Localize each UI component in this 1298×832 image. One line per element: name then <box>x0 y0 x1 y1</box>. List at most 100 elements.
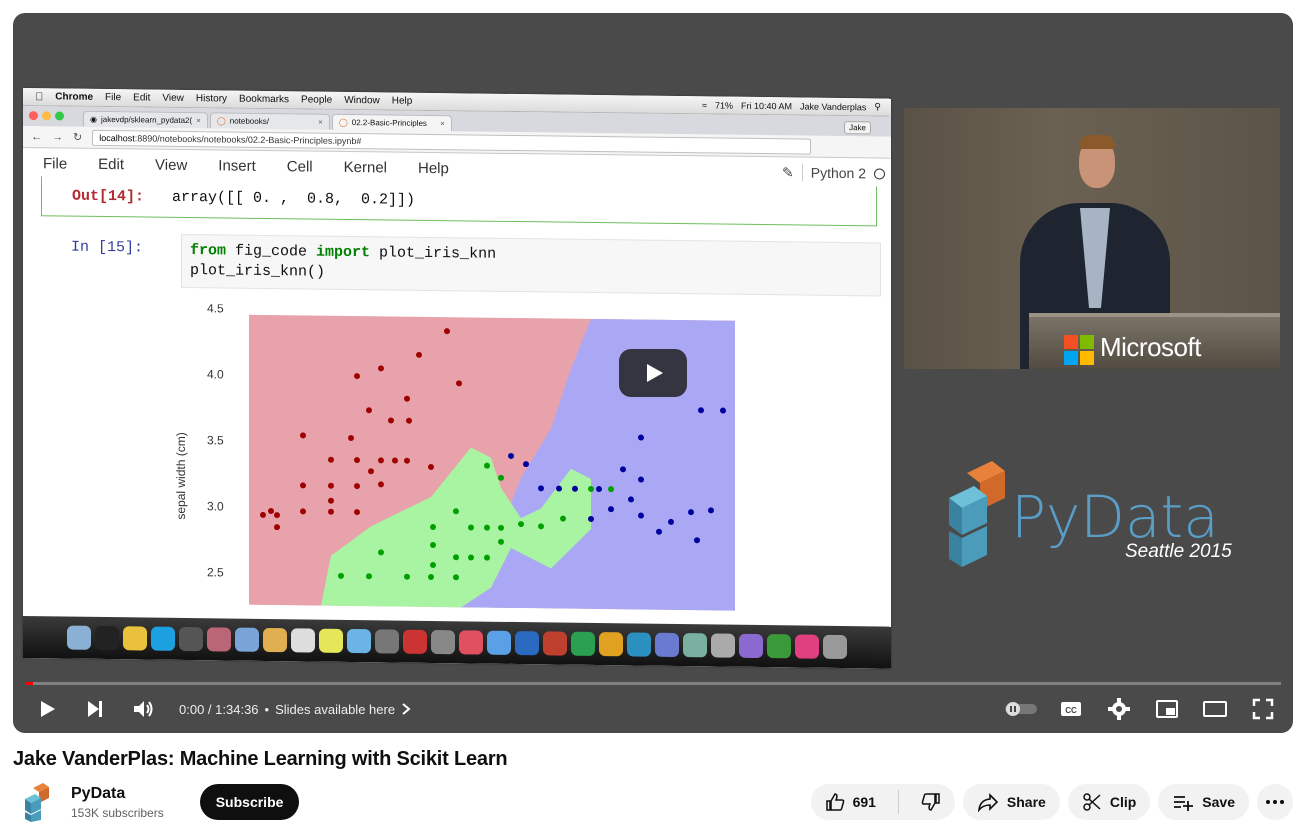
chevron-right-icon <box>402 703 411 715</box>
dock-app-icon <box>515 631 539 656</box>
chapter-button[interactable]: • Slides available here <box>265 702 412 717</box>
fullscreen-button[interactable] <box>1245 689 1281 729</box>
more-horizontal-icon <box>1266 800 1284 804</box>
clock: Fri 10:40 AM <box>741 100 793 111</box>
subscriber-count: 153K subscribers <box>71 805 164 820</box>
notebook-menu-item: Cell <box>286 157 313 176</box>
dock-app-icon <box>123 626 147 651</box>
channel-row: PyData 153K subscribers Subscribe 691 Sh… <box>13 780 1293 824</box>
like-dislike-group: 691 <box>810 784 955 820</box>
dock-app-icon <box>431 629 455 655</box>
pydata-cube-icon <box>949 461 1005 567</box>
in-prompt: In [15]: <box>71 238 144 257</box>
dock-app-icon <box>319 628 343 653</box>
browser-tab-active: ◯ 02.2-Basic-Principles × <box>331 113 452 132</box>
window-buttons <box>29 111 64 121</box>
notebook-menu-item: Insert <box>218 156 256 175</box>
share-label: Share <box>1006 794 1046 810</box>
video-player[interactable]:  Chrome File Edit View History Bookmark… <box>13 13 1293 733</box>
notebook-menu-item: File <box>43 154 68 173</box>
share-button[interactable]: Share <box>962 784 1060 820</box>
autoplay-toggle[interactable] <box>1001 689 1041 729</box>
time-display: 0:00 / 1:34:36 <box>179 701 259 717</box>
dock-app-icon <box>207 627 231 652</box>
chapter-label: Slides available here <box>275 701 396 717</box>
jupyter-icon: ◯ <box>338 117 348 127</box>
mac-menu-item: View <box>154 92 184 104</box>
github-icon: ◉ <box>90 114 97 124</box>
dock-app-icon <box>291 628 315 653</box>
apple-icon:  <box>35 91 43 103</box>
more-actions-button[interactable] <box>1257 784 1293 820</box>
y-tick-label: 2.5 <box>207 565 224 579</box>
kernel-status-icon <box>874 167 885 180</box>
podium-brand: Microsoft <box>1100 332 1201 362</box>
captions-icon: CC <box>1061 702 1081 716</box>
video-title: Jake VanderPlas: Machine Learning with S… <box>13 748 508 770</box>
thumbs-down-icon <box>921 793 940 811</box>
dock-app-icon <box>375 629 399 654</box>
miniplayer-button[interactable] <box>1149 689 1185 729</box>
share-icon <box>977 793 999 812</box>
dock-app-icon <box>151 626 175 651</box>
subscribe-button[interactable]: Subscribe <box>199 784 300 820</box>
like-button[interactable]: 691 <box>811 784 890 820</box>
channel-name[interactable]: PyData <box>71 785 164 803</box>
next-button[interactable] <box>71 689 119 729</box>
dock-app-icon <box>571 631 595 656</box>
input-cell: In [15]: from fig_code import plot_iris_… <box>41 228 881 300</box>
mac-menu-item: Bookmarks <box>230 93 289 106</box>
settings-button[interactable] <box>1101 689 1137 729</box>
mute-button[interactable] <box>119 689 167 729</box>
microsoft-logo-icon <box>1064 335 1094 365</box>
battery-level: 71% <box>714 99 733 111</box>
channel-info: PyData 153K subscribers <box>71 785 164 820</box>
dock-app-icon <box>711 633 735 658</box>
volume-icon <box>134 701 153 717</box>
dock-app-icon <box>347 628 371 654</box>
mac-menu-item: Chrome <box>47 91 93 103</box>
play-overlay-button[interactable] <box>619 349 687 397</box>
dislike-button[interactable] <box>907 784 955 820</box>
channel-avatar[interactable] <box>19 782 59 822</box>
dock-app-icon <box>403 629 427 654</box>
dock-app-icon <box>543 631 567 656</box>
jupyter-icon: ◯ <box>216 116 226 126</box>
mac-status-area: ≈ 71% Fri 10:40 AM Jake Vanderplas ⚲ <box>702 99 891 112</box>
dock-app-icon <box>823 634 847 660</box>
dock-app-icon <box>739 633 763 659</box>
right-controls: CC <box>1001 689 1293 729</box>
captions-button[interactable]: CC <box>1053 689 1089 729</box>
kernel-indicator: ✎ Python 2 <box>782 163 891 182</box>
forward-icon: → <box>52 130 63 143</box>
dock-app-icon <box>179 626 203 652</box>
play-button[interactable] <box>23 689 71 729</box>
output-text: array([[ 0. , 0.8, 0.2]]) <box>172 188 416 209</box>
save-button[interactable]: Save <box>1158 784 1249 820</box>
y-tick-label: 3.5 <box>207 433 224 447</box>
mac-menu-item: File <box>96 91 121 104</box>
clip-button[interactable]: Clip <box>1067 784 1151 820</box>
theater-mode-button[interactable] <box>1197 689 1233 729</box>
mac-menu-item: History <box>187 93 227 105</box>
dock-app-icon <box>235 627 259 652</box>
kernel-name: Python 2 <box>810 164 866 182</box>
theater-icon <box>1203 701 1227 717</box>
dock-app-icon <box>67 625 91 650</box>
spotlight-icon: ⚲ <box>874 101 881 112</box>
clip-label: Clip <box>1109 794 1137 810</box>
mac-menu-item: Edit <box>124 92 150 104</box>
miniplayer-icon <box>1156 700 1178 718</box>
notebook-menu-item: Edit <box>98 155 125 173</box>
y-tick-label: 3.0 <box>207 499 224 513</box>
dock-app-icon <box>487 630 511 655</box>
playlist-add-icon <box>1174 796 1194 811</box>
mac-menu-item: People <box>292 94 332 106</box>
mac-menu-item: Help <box>383 95 413 107</box>
play-icon <box>41 701 55 717</box>
progress-bar[interactable] <box>25 682 1281 685</box>
video-actions: 691 Share Clip Save <box>810 784 1293 820</box>
dock-app-icon <box>683 633 707 658</box>
dock-app-icon <box>459 630 483 655</box>
player-controls: 0:00 / 1:34:36 • Slides available here C… <box>13 689 1293 729</box>
